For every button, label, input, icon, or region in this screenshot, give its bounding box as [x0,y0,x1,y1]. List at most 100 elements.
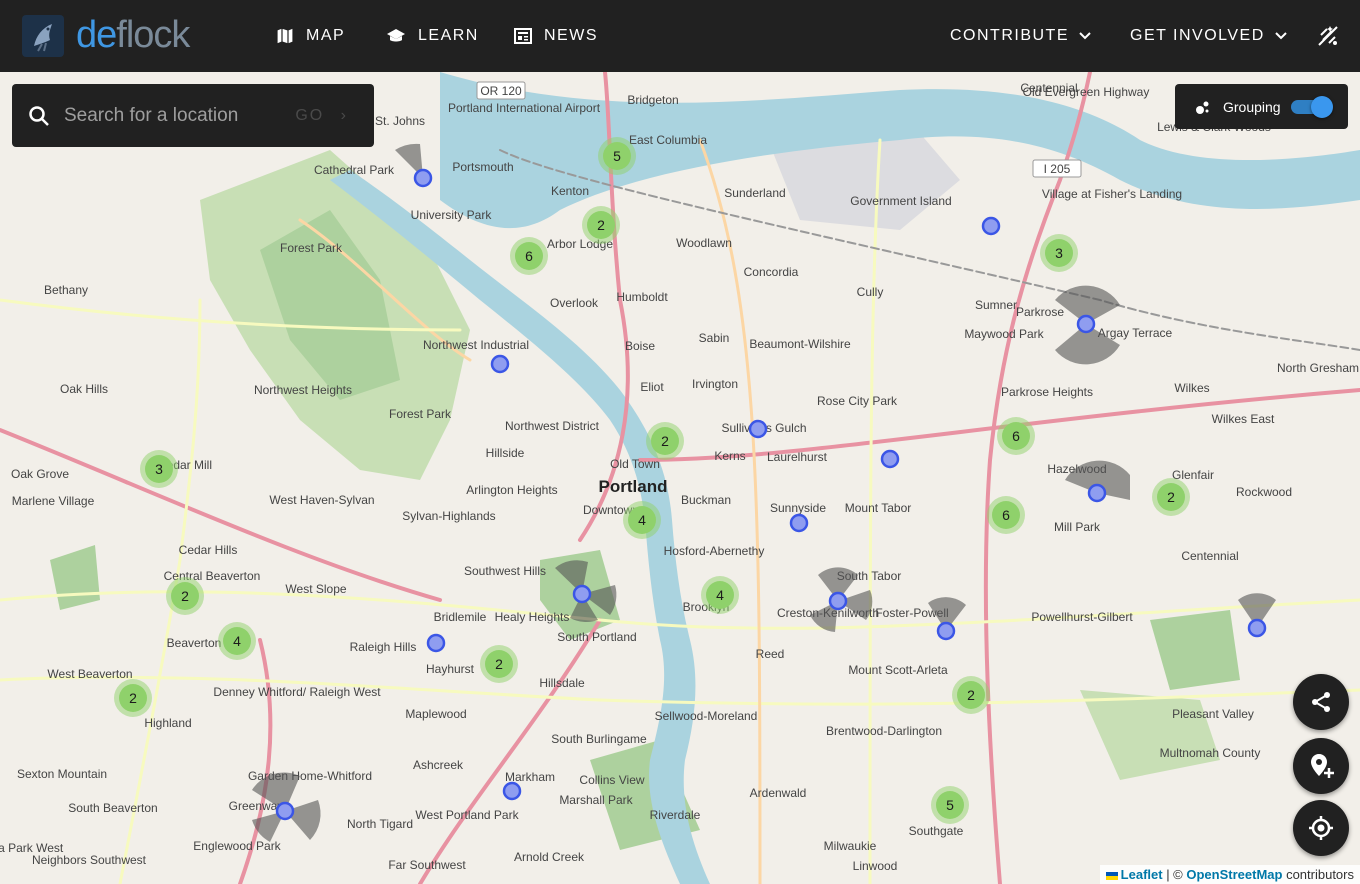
place-label: Argay Terrace [1098,326,1173,340]
place-label: Bridlemile [434,610,487,624]
osm-link[interactable]: OpenStreetMap [1186,867,1282,882]
camera-marker[interactable] [490,354,510,374]
theme-wand-icon [1318,26,1338,46]
nav-map[interactable]: MAP [276,0,345,72]
svg-text:OR 120: OR 120 [480,84,522,98]
attribution-suffix: contributors [1282,867,1354,882]
camera-marker[interactable] [981,216,1001,236]
place-label: Southgate [909,824,964,838]
place-label: Maywood Park [964,327,1044,341]
place-label: Ashcreek [413,758,464,772]
place-label: South Burlingame [551,732,647,746]
bird-logo-icon [22,14,64,57]
nav-get-involved[interactable]: GET INVOLVED [1130,0,1299,72]
place-label: Far Southwest [388,858,466,872]
cluster-marker[interactable]: 2 [166,577,204,615]
cluster-marker[interactable]: 2 [114,679,152,717]
cluster-count: 5 [946,797,954,813]
nav-learn[interactable]: LEARN [386,0,479,72]
place-label: Hayhurst [426,662,475,676]
leaflet-link[interactable]: Leaflet [1121,867,1163,882]
place-label: East Columbia [629,133,707,147]
camera-marker[interactable] [828,591,848,611]
my-location-button[interactable] [1293,800,1349,856]
cluster-marker[interactable]: 3 [140,450,178,488]
grouping-label: Grouping [1223,98,1281,115]
map-tiles: Portland Bridgeton East Columbia Kenton Port… [0,72,1360,884]
place-label: South Portland [557,630,636,644]
camera-marker[interactable] [413,168,433,188]
cluster-marker[interactable]: 2 [952,676,990,714]
attribution-sep: | © [1162,867,1187,882]
cluster-marker[interactable]: 4 [701,576,739,614]
add-location-icon [1311,754,1334,778]
cluster-marker[interactable]: 2 [582,206,620,244]
camera-marker[interactable] [880,449,900,469]
cluster-marker[interactable]: 5 [931,786,969,824]
place-label: Mill Park [1054,520,1101,534]
place-label: Brentwood-Darlington [826,724,942,738]
camera-marker[interactable] [748,419,768,439]
cluster-count: 2 [495,656,503,672]
search-bar[interactable]: Search for a location GO › [12,84,374,147]
cluster-marker[interactable]: 3 [1040,234,1078,272]
place-label: West Beaverton [47,667,132,681]
camera-marker[interactable] [789,513,809,533]
logo[interactable]: deflock [22,14,190,57]
place-label: Cully [857,285,884,299]
camera-marker[interactable] [572,584,592,604]
place-label: Highland [144,716,191,730]
camera-marker[interactable] [275,801,295,821]
grouping-toggle[interactable] [1291,96,1333,118]
place-label: Cedar Hills [179,543,238,557]
cluster-marker[interactable]: 2 [480,645,518,683]
camera-marker[interactable] [936,621,956,641]
place-label: Irvington [692,377,738,391]
camera-marker[interactable] [1087,483,1107,503]
place-label: Arnold Creek [514,850,585,864]
camera-marker[interactable] [1247,618,1267,638]
nav-news[interactable]: NEWS [514,0,598,72]
place-label: Arlington Heights [466,483,557,497]
cluster-marker[interactable]: 6 [987,496,1025,534]
cluster-marker[interactable]: 2 [646,422,684,460]
toggle-knob [1311,96,1333,118]
place-label: Old Evergreen Highway [1023,85,1150,99]
place-label: Wilkes East [1212,412,1275,426]
place-label: Boise [625,339,655,353]
camera-marker[interactable] [1076,314,1096,334]
place-label: Bethany [44,283,88,297]
place-label: Beaverton [167,636,222,650]
cluster-marker[interactable]: 2 [1152,478,1190,516]
place-label: Portland [599,477,668,496]
search-input[interactable]: Search for a location [64,105,238,127]
cluster-marker[interactable]: 4 [623,501,661,539]
place-label: Multnomah County [1160,746,1261,760]
cluster-marker[interactable]: 4 [218,622,256,660]
place-label: Kerns [714,449,745,463]
place-label: Pleasant Valley [1172,707,1254,721]
camera-marker[interactable] [426,633,446,653]
place-label: Northwest Heights [254,383,352,397]
place-label: Eliot [640,380,664,394]
place-label: Delta Park West [0,841,64,855]
cluster-marker[interactable]: 6 [510,237,548,275]
place-label: Northwest District [505,419,600,433]
cluster-marker[interactable]: 6 [997,417,1035,455]
cluster-marker[interactable]: 5 [598,137,636,175]
cluster-count: 2 [1167,489,1175,505]
place-label: South Beaverton [68,801,157,815]
add-location-button[interactable] [1293,738,1349,794]
place-label: Portsmouth [452,160,513,174]
search-go-button[interactable]: GO › [295,107,348,125]
chevron-right-icon: › [340,106,348,124]
theme-toggle-button[interactable] [1316,0,1352,72]
place-label: Denney Whitford/ Raleigh West [213,685,381,699]
place-label: Riverdale [650,808,701,822]
map-view[interactable]: Portland Bridgeton East Columbia Kenton Port… [0,72,1360,884]
place-label: Old Town [610,457,660,471]
share-button[interactable] [1293,674,1349,730]
camera-marker[interactable] [502,781,522,801]
place-label: Sumner [975,298,1017,312]
nav-contribute[interactable]: CONTRIBUTE [950,0,1103,72]
